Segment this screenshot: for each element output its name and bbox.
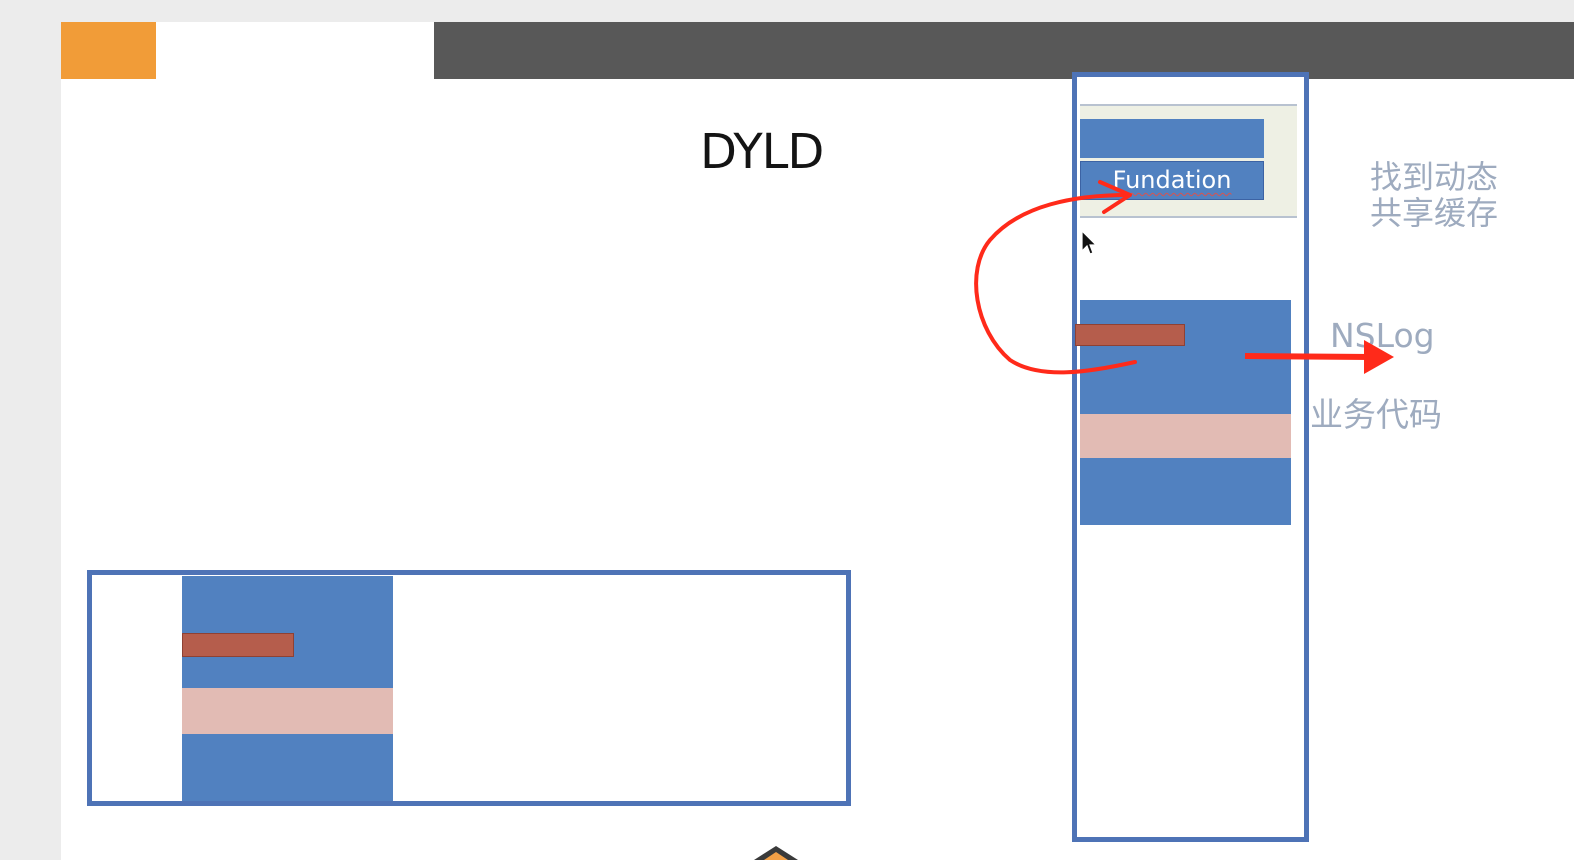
header-bar bbox=[434, 22, 1574, 79]
business-code-band bbox=[1080, 414, 1291, 458]
find-shared-cache-label: 找到动态 bbox=[1370, 158, 1499, 196]
header-accent-block bbox=[61, 22, 156, 79]
slide-title: DYLD bbox=[700, 124, 824, 180]
row-nslog-stub bbox=[182, 633, 294, 657]
business-code-label: 业务代码 bbox=[1310, 395, 1442, 434]
foundation-library-label: Fundation bbox=[1112, 166, 1232, 194]
nslog-stub bbox=[1075, 324, 1185, 346]
nslog-label: NSLog bbox=[1330, 316, 1435, 355]
mouse-pointer-icon bbox=[1081, 230, 1098, 255]
shared-cache-library-block bbox=[1080, 119, 1264, 158]
partial-shape-icon bbox=[754, 846, 798, 860]
row-business-code-band bbox=[182, 688, 393, 734]
shared-cache-label: 共享缓存 bbox=[1370, 194, 1499, 232]
screen: DYLD Fundation 找到动态 共享缓存 NSLog 业务代码 bbox=[0, 0, 1574, 860]
